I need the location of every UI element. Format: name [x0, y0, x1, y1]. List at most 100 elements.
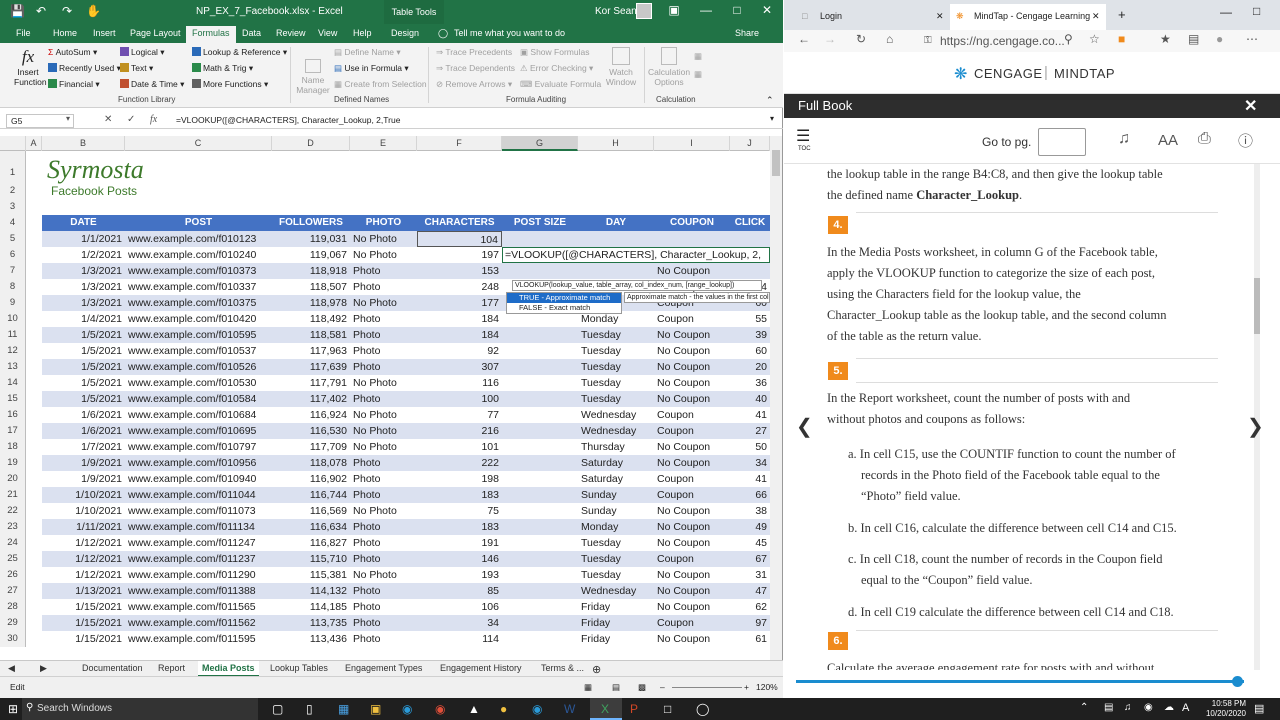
close-icon[interactable]: ✕	[757, 3, 777, 17]
table-cell[interactable]: 118,978	[272, 295, 350, 311]
table-cell[interactable]: www.example.com/f010695	[125, 423, 272, 439]
table-cell[interactable]: 116,827	[272, 535, 350, 551]
calculator-icon[interactable]: ▦	[338, 702, 349, 716]
table-cell[interactable]: 97	[730, 615, 770, 631]
row-number[interactable]: 11	[0, 327, 26, 343]
table-cell[interactable]	[502, 359, 578, 375]
column-header-b[interactable]: B	[42, 136, 125, 151]
sheet-tab-engagement-types[interactable]: Engagement Types	[345, 663, 422, 673]
recently-used-button[interactable]: Recently Used ▾	[48, 63, 121, 74]
table-cell[interactable]: Monday	[578, 519, 654, 535]
table-cell[interactable]: 116	[417, 375, 502, 391]
table-cell[interactable]: 307	[417, 359, 502, 375]
row-number[interactable]: 17	[0, 423, 26, 439]
expand-formula-icon[interactable]: ▾	[770, 114, 774, 123]
table-cell[interactable]	[502, 583, 578, 599]
scroll-thumb[interactable]	[1254, 278, 1260, 334]
table-cell[interactable]	[502, 519, 578, 535]
table-cell[interactable]: www.example.com/f010797	[125, 439, 272, 455]
table-cell[interactable]: Photo	[350, 599, 417, 615]
table-cell[interactable]: No Coupon	[654, 519, 730, 535]
row-number[interactable]: 30	[0, 631, 26, 647]
row-number[interactable]: 16	[0, 407, 26, 423]
row-number[interactable]: 3	[0, 199, 26, 215]
table-cell[interactable]: 1/15/2021	[42, 631, 125, 647]
autocomplete-false[interactable]: FALSE - Exact match	[507, 303, 621, 313]
table-cell[interactable]: Friday	[578, 631, 654, 647]
table-cell[interactable]: No Coupon	[654, 391, 730, 407]
save-icon[interactable]: 💾	[10, 4, 25, 18]
edge-icon[interactable]: ◉	[532, 702, 542, 716]
table-cell[interactable]	[502, 455, 578, 471]
table-cell[interactable]: Tuesday	[578, 391, 654, 407]
table-cell[interactable]	[502, 487, 578, 503]
scroll-left-icon[interactable]: ◀	[8, 663, 15, 674]
table-cell[interactable]: 67	[730, 551, 770, 567]
row-number[interactable]: 23	[0, 519, 26, 535]
phone-icon[interactable]: ▯	[306, 702, 313, 716]
table-cell[interactable]: 183	[417, 519, 502, 535]
table-cell[interactable]: 1/12/2021	[42, 551, 125, 567]
table-cell[interactable]: Coupon	[654, 423, 730, 439]
forward-icon[interactable]: →	[824, 32, 836, 46]
table-cell[interactable]	[578, 263, 654, 279]
table-cell[interactable]: Sunday	[578, 503, 654, 519]
table-cell[interactable]: 1/6/2021	[42, 407, 125, 423]
redo-icon[interactable]: ↷	[62, 4, 72, 18]
table-cell[interactable]: 92	[417, 343, 502, 359]
table-cell[interactable]: No Photo	[350, 231, 417, 247]
search-box[interactable]: ⚲ Search Windows	[22, 698, 258, 720]
table-cell[interactable]	[502, 423, 578, 439]
app-icon[interactable]: ◯	[696, 702, 709, 716]
row-number[interactable]: 10	[0, 311, 26, 327]
table-cell[interactable]: Photo	[350, 263, 417, 279]
table-cell[interactable]: www.example.com/f010530	[125, 375, 272, 391]
table-cell[interactable]: 49	[730, 519, 770, 535]
table-header[interactable]: POST SIZE	[502, 215, 578, 231]
table-cell[interactable]: 47	[730, 583, 770, 599]
table-cell[interactable]: 153	[417, 263, 502, 279]
row-number[interactable]: 26	[0, 567, 26, 583]
table-cell[interactable]: 1/3/2021	[42, 263, 125, 279]
sheet-tab-terms[interactable]: Terms & ...	[541, 663, 584, 673]
sheet-tab-documentation[interactable]: Documentation	[82, 663, 143, 673]
table-cell[interactable]: Tuesday	[578, 359, 654, 375]
table-cell[interactable]: 104	[417, 231, 502, 247]
table-cell[interactable]: 1/5/2021	[42, 391, 125, 407]
table-cell[interactable]: 248	[417, 279, 502, 295]
table-cell[interactable]: 41	[730, 407, 770, 423]
previous-page-icon[interactable]: ❮	[796, 414, 813, 439]
calculation-options-button[interactable]: Calculation Options	[648, 47, 690, 87]
clock-date[interactable]: 10/20/2020	[1196, 709, 1246, 718]
table-cell[interactable]: www.example.com/f010420	[125, 311, 272, 327]
column-header-h[interactable]: H	[578, 136, 654, 151]
table-cell[interactable]: No Coupon	[654, 327, 730, 343]
table-cell[interactable]: 114,132	[272, 583, 350, 599]
column-header-g[interactable]: G	[502, 136, 578, 151]
select-all-corner[interactable]	[0, 136, 26, 151]
tab-file[interactable]: File	[16, 28, 31, 38]
table-cell[interactable]	[502, 615, 578, 631]
row-number[interactable]: 21	[0, 487, 26, 503]
table-cell[interactable]: www.example.com/f010240	[125, 247, 272, 263]
wifi-icon[interactable]: ◉	[1144, 702, 1153, 713]
table-cell[interactable]: Saturday	[578, 471, 654, 487]
table-cell[interactable]: Thursday	[578, 439, 654, 455]
table-cell[interactable]: 116,530	[272, 423, 350, 439]
column-header-a[interactable]: A	[26, 136, 42, 151]
table-cell[interactable]: 55	[730, 311, 770, 327]
table-cell[interactable]: 197	[417, 247, 502, 263]
table-cell[interactable]: www.example.com/f010584	[125, 391, 272, 407]
column-header-c[interactable]: C	[125, 136, 272, 151]
math-trig-button[interactable]: Math & Trig ▾	[192, 63, 253, 74]
table-cell[interactable]: 1/7/2021	[42, 439, 125, 455]
remove-arrows-button[interactable]: ⊘ Remove Arrows ▾	[436, 79, 512, 90]
table-cell[interactable]: No Coupon	[654, 567, 730, 583]
row-number[interactable]: 20	[0, 471, 26, 487]
row-number[interactable]: 6	[0, 247, 26, 263]
profile-icon[interactable]: ●	[1216, 32, 1223, 46]
table-cell[interactable]: 118,918	[272, 263, 350, 279]
calc-now-icon[interactable]: ▦	[694, 51, 702, 62]
table-cell[interactable]: 1/6/2021	[42, 423, 125, 439]
table-cell[interactable]: 118,581	[272, 327, 350, 343]
